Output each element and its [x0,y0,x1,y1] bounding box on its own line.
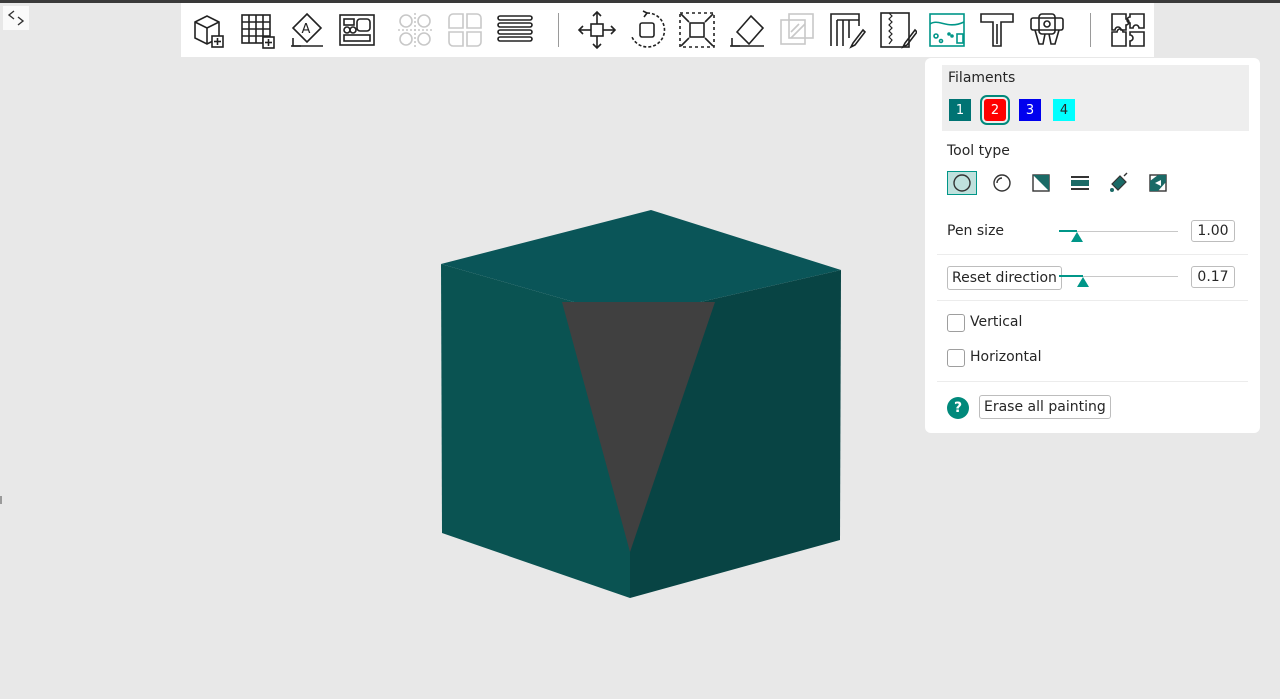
seam-paint-icon [880,12,917,49]
tool-type-title: Tool type [947,143,1010,159]
rotate-icon [631,10,666,48]
reset-direction-button[interactable]: Reset direction [947,266,1062,290]
scale-icon [679,12,715,48]
measure-button[interactable] [1026,9,1068,51]
add-plate-button[interactable] [236,9,278,51]
toolbar-separator [558,13,559,47]
svg-text:A: A [302,22,311,37]
lay-on-face-icon [730,14,765,47]
text-tool-button[interactable] [976,9,1018,51]
filament-swatch-3[interactable]: 3 [1019,99,1041,121]
move-button[interactable] [576,9,618,51]
pen-size-slider[interactable] [1059,226,1178,242]
lay-on-face-button[interactable] [726,9,768,51]
auto-orient-button[interactable]: A [286,9,328,51]
divider [937,381,1248,382]
scale-button[interactable] [676,9,718,51]
arrange-button[interactable] [336,9,378,51]
pen-size-thumb[interactable] [1070,232,1083,242]
sphere-brush-icon [993,174,1011,192]
reset-direction-input[interactable]: 0.17 [1191,266,1235,288]
support-paint-icon [830,13,867,49]
arrange-icon [339,14,375,46]
tool-gap-fill[interactable] [1143,171,1173,195]
horizontal-label: Horizontal [970,349,1042,365]
filament-swatch-1[interactable]: 1 [949,99,971,121]
triangle-brush-icon [1032,174,1050,192]
cut-button[interactable] [776,9,818,51]
tool-triangle-brush[interactable] [1026,171,1056,195]
color-paint-icon [929,13,965,47]
divider [937,300,1248,301]
toolbar-separator [1090,13,1091,47]
reset-direction-slider[interactable] [1059,271,1178,287]
collapse-sidebar-button[interactable] [3,6,29,30]
pen-size-input[interactable]: 1.00 [1191,220,1235,242]
assembly-button[interactable] [1107,9,1149,51]
tool-sphere-brush[interactable] [987,171,1017,195]
measure-icon [1030,13,1064,45]
filament-swatch-4[interactable]: 4 [1053,99,1075,121]
pen-size-label: Pen size [947,223,1005,239]
split-objects-button[interactable] [394,9,436,51]
rotate-button[interactable] [626,9,668,51]
height-range-icon [1071,176,1089,190]
horizontal-checkbox[interactable] [947,349,965,367]
vertical-label: Vertical [970,314,1023,330]
split-objects-icon [398,13,432,47]
add-plate-icon [241,14,275,49]
reset-direction-thumb[interactable] [1076,277,1089,287]
divider [937,254,1248,255]
text-icon [980,13,1014,47]
top-toolbar: A [181,3,1154,57]
split-parts-button[interactable] [444,9,486,51]
help-icon[interactable]: ? [947,397,969,419]
add-object-icon [194,15,224,48]
color-paint-button[interactable] [926,9,968,51]
add-object-button[interactable] [186,9,228,51]
tool-height-range[interactable] [1065,171,1095,195]
tool-fill-bucket[interactable] [1104,171,1134,195]
auto-orient-icon: A [291,12,323,47]
filaments-section: Filaments 1 2 3 4 [942,65,1249,131]
circle-brush-icon [953,174,971,192]
split-parts-icon [448,13,482,47]
layers-icon [497,15,533,42]
color-painting-panel: Filaments 1 2 3 4 Tool type Pen size 1.0… [925,58,1260,433]
code-brackets-icon [7,10,25,26]
seam-paint-button[interactable] [876,9,918,51]
layers-button[interactable] [494,9,536,51]
tool-circle-brush[interactable] [947,171,977,195]
vertical-checkbox[interactable] [947,314,965,332]
filaments-title: Filaments [948,70,1016,86]
support-paint-button[interactable] [826,9,868,51]
fill-bucket-icon [1110,172,1128,192]
gap-fill-icon [1149,174,1167,192]
assembly-icon [1111,13,1145,47]
erase-all-painting-button[interactable]: Erase all painting [979,395,1111,419]
filament-swatch-2[interactable]: 2 [980,95,1010,125]
cut-icon [780,13,814,45]
move-icon [577,10,617,50]
